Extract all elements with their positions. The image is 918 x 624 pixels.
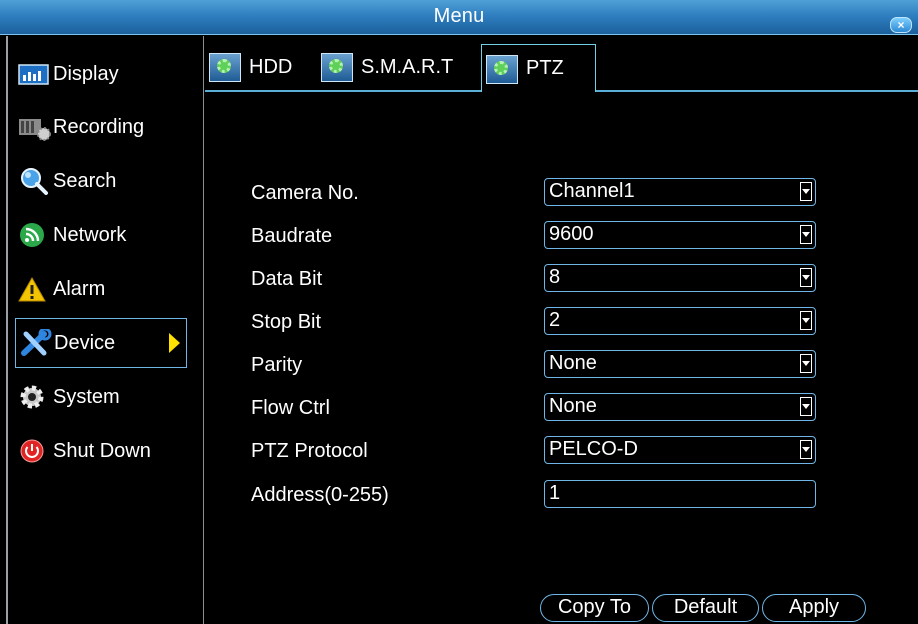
address-value: 1 xyxy=(549,482,561,504)
active-arrow-icon xyxy=(169,333,180,353)
baudrate-label: Baudrate xyxy=(251,225,333,247)
stop-bit-label: Stop Bit xyxy=(251,311,322,333)
chevron-down-icon xyxy=(800,268,812,287)
gear-icon xyxy=(484,54,518,84)
left-edge-divider xyxy=(6,36,8,624)
sidebar-divider xyxy=(203,36,204,624)
flow-ctrl-select[interactable]: None xyxy=(544,393,816,421)
power-icon xyxy=(17,437,51,465)
data-bit-value: 8 xyxy=(549,266,561,288)
sidebar-item-label: Alarm xyxy=(53,277,106,300)
sidebar: Display Recording Search Network Alarm D… xyxy=(9,36,203,624)
chevron-down-icon xyxy=(800,311,812,330)
tab-label: HDD xyxy=(249,55,293,78)
tab-ptz[interactable]: PTZ xyxy=(481,44,596,92)
gear-icon xyxy=(207,52,241,82)
title-bar: Menu × xyxy=(0,0,918,35)
tab-hdd[interactable]: HDD xyxy=(207,44,292,90)
address-label: Address(0-255) xyxy=(251,484,389,506)
sidebar-item-search[interactable]: Search xyxy=(15,156,187,206)
address-input[interactable]: 1 xyxy=(544,480,816,508)
sidebar-item-label: Network xyxy=(53,223,127,246)
recording-icon xyxy=(17,113,51,141)
sidebar-item-shut-down[interactable]: Shut Down xyxy=(15,426,187,476)
device-icon xyxy=(18,327,52,357)
alarm-icon xyxy=(17,275,51,303)
flow-ctrl-value: None xyxy=(549,395,597,417)
tab-label: PTZ xyxy=(526,57,564,79)
chevron-down-icon xyxy=(800,182,812,201)
sidebar-item-system[interactable]: System xyxy=(15,372,187,422)
system-icon xyxy=(17,383,51,411)
baudrate-select[interactable]: 9600 xyxy=(544,221,816,249)
camera-no-label: Camera No. xyxy=(251,182,359,204)
parity-label: Parity xyxy=(251,354,303,376)
chevron-down-icon xyxy=(800,225,812,244)
default-button[interactable]: Default xyxy=(652,594,759,622)
baudrate-value: 9600 xyxy=(549,223,594,245)
tab-label: S.M.A.R.T xyxy=(361,55,454,78)
ptz-protocol-value: PELCO-D xyxy=(549,438,638,460)
sidebar-item-label: System xyxy=(53,385,120,408)
camera-no-select[interactable]: Channel1 xyxy=(544,178,816,206)
sidebar-item-label: Device xyxy=(54,331,116,354)
network-icon xyxy=(17,221,51,249)
parity-value: None xyxy=(549,352,597,374)
sidebar-item-label: Search xyxy=(53,169,117,192)
sidebar-item-display[interactable]: Display xyxy=(15,49,187,99)
sidebar-item-label: Shut Down xyxy=(53,439,151,462)
apply-button[interactable]: Apply xyxy=(762,594,866,622)
chevron-down-icon xyxy=(800,440,812,459)
tab-smart[interactable]: S.M.A.R.T xyxy=(319,44,453,90)
sidebar-item-label: Recording xyxy=(53,115,145,138)
tab-underline xyxy=(596,90,918,92)
copy-to-button[interactable]: Copy To xyxy=(540,594,649,622)
stop-bit-select[interactable]: 2 xyxy=(544,307,816,335)
display-icon xyxy=(17,60,51,88)
parity-select[interactable]: None xyxy=(544,350,816,378)
sidebar-item-device[interactable]: Device xyxy=(15,318,187,368)
camera-no-value: Channel1 xyxy=(549,180,635,202)
ptz-protocol-label: PTZ Protocol xyxy=(251,440,368,462)
sidebar-item-recording[interactable]: Recording xyxy=(15,102,187,152)
chevron-down-icon xyxy=(800,354,812,373)
gear-icon xyxy=(319,52,353,82)
tab-underline xyxy=(205,90,481,92)
data-bit-label: Data Bit xyxy=(251,268,323,290)
sidebar-item-label: Display xyxy=(53,62,119,85)
sidebar-item-alarm[interactable]: Alarm xyxy=(15,264,187,314)
close-button[interactable]: × xyxy=(890,17,912,33)
window-title: Menu xyxy=(433,5,485,27)
chevron-down-icon xyxy=(800,397,812,416)
data-bit-select[interactable]: 8 xyxy=(544,264,816,292)
search-icon xyxy=(17,167,51,195)
flow-ctrl-label: Flow Ctrl xyxy=(251,397,330,419)
sidebar-item-network[interactable]: Network xyxy=(15,210,187,260)
stop-bit-value: 2 xyxy=(549,309,561,331)
ptz-protocol-select[interactable]: PELCO-D xyxy=(544,436,816,464)
